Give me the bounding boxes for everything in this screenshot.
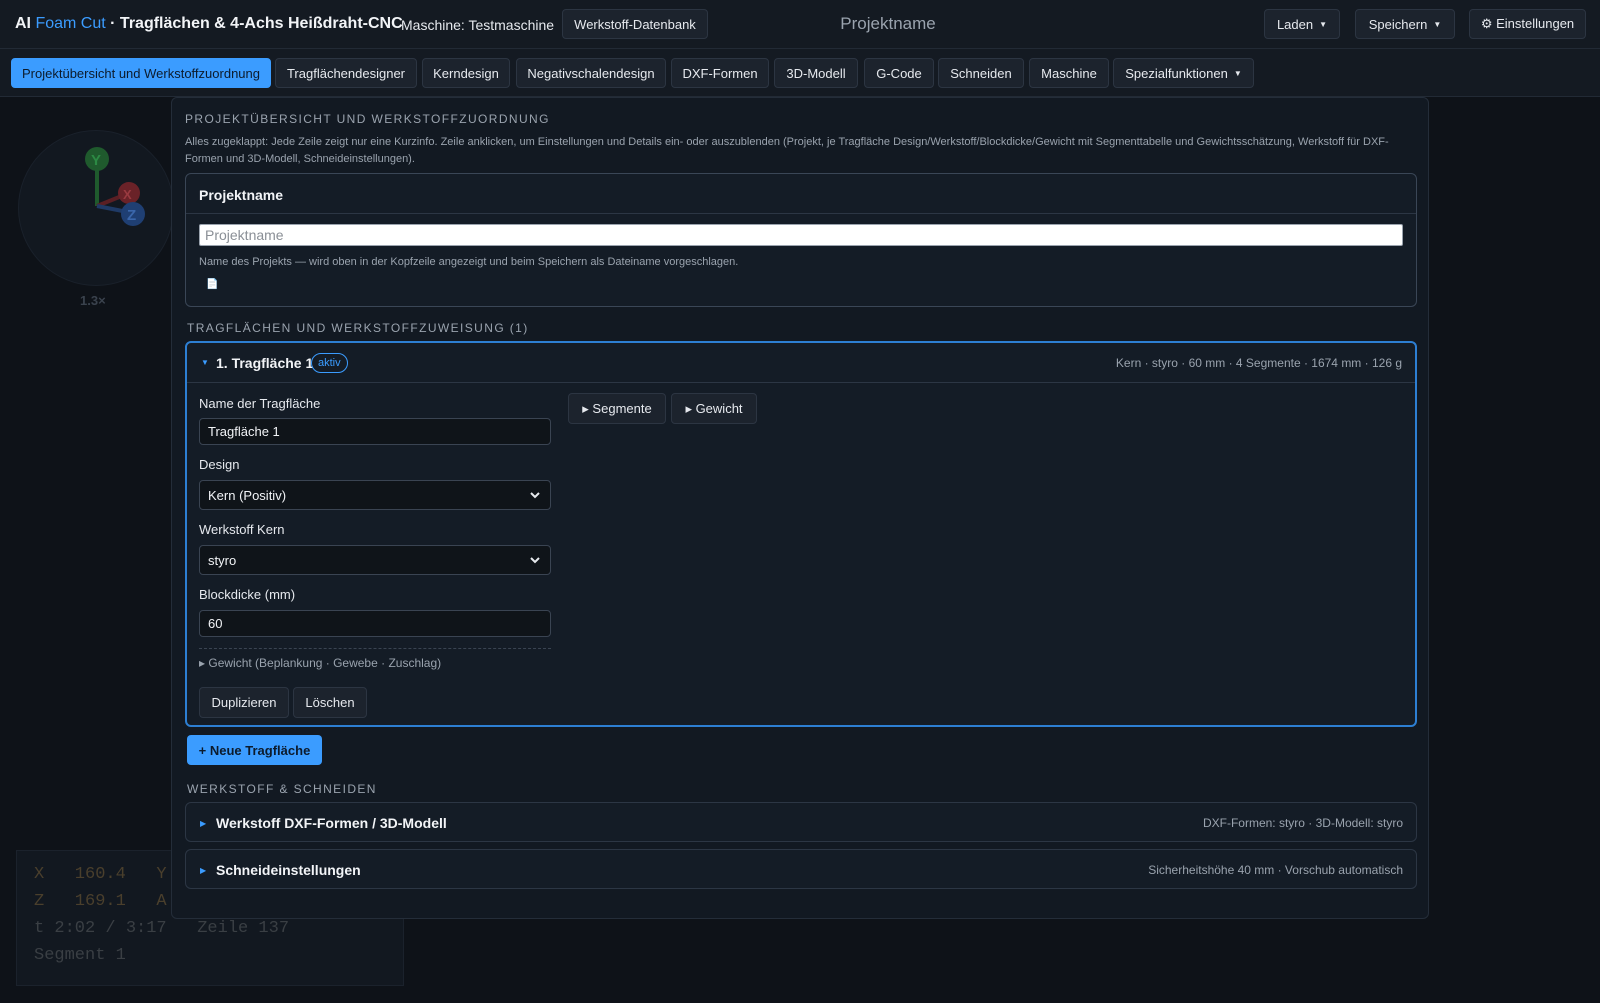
core-material-label: Werkstoff Kern: [199, 522, 285, 537]
brand-subtitle: · Tragflächen & 4-Achs Heißdraht-CNC: [110, 15, 403, 32]
tab-project-overview[interactable]: Projektübersicht und Werkstoffzuordnung: [11, 58, 271, 88]
design-select[interactable]: Kern (Positiv): [199, 480, 551, 510]
wing-title: 1. Tragfläche 1: [216, 355, 314, 371]
wings-heading: TRAGFLÄCHEN UND WERKSTOFFZUWEISUNG (1): [187, 321, 529, 335]
tab-dxf-forms[interactable]: DXF-Formen: [671, 58, 769, 88]
dxf-material-summary: DXF-Formen: styro · 3D-Modell: styro: [1202, 816, 1403, 830]
caret-down-icon: ▼: [1319, 19, 1328, 29]
material-database-button[interactable]: Werkstoff-Datenbank: [562, 9, 708, 39]
wing-card-header[interactable]: ▼ 1. Tragfläche 1 aktiv Kern · styro · 6…: [187, 343, 1415, 382]
overview-description: Alles zugeklappt: Jede Zeile zeigt nur e…: [185, 136, 1389, 165]
weight-toggle[interactable]: ▸ Gewicht (Beplankung · Gewebe · Zuschla…: [199, 656, 441, 670]
tab-special-functions-label: Spezialfunktionen: [1125, 65, 1228, 81]
tab-wing-designer[interactable]: Tragflächendesigner: [275, 58, 417, 88]
core-material-value: styro: [208, 552, 237, 568]
tab-gcode[interactable]: G-Code: [864, 58, 934, 88]
wing-name-label: Name der Tragfläche: [199, 396, 321, 411]
zoom-level: 1.3×: [80, 293, 106, 308]
project-card-title[interactable]: Projektname: [199, 187, 283, 203]
gizmo-z-label: Z: [127, 207, 136, 224]
tab-machine[interactable]: Maschine: [1029, 58, 1109, 88]
tab-cutting[interactable]: Schneiden: [938, 58, 1024, 88]
wing-name-input[interactable]: Tragfläche 1: [199, 418, 551, 445]
dro-line-4: Segment 1: [34, 946, 126, 965]
block-thickness-input[interactable]: 60: [199, 610, 551, 637]
brand-ai: AI: [15, 15, 31, 32]
cut-settings-row[interactable]: ▶ Schneideinstellungen Sicherheitshöhe 4…: [185, 849, 1417, 889]
material-cut-heading: WERKSTOFF & SCHNEIDEN: [187, 782, 377, 796]
project-name-input[interactable]: Projektname: [199, 224, 1403, 246]
divider: [187, 382, 1415, 383]
settings-button[interactable]: ⚙ Einstellungen: [1469, 9, 1586, 39]
axis-gizmo[interactable]: Y X Z: [18, 130, 174, 286]
gizmo-y-label: Y: [91, 152, 101, 169]
tab-special-functions[interactable]: Spezialfunktionen ▼: [1113, 58, 1254, 88]
dxf-material-row[interactable]: ▶ Werkstoff DXF-Formen / 3D-Modell DXF-F…: [185, 802, 1417, 842]
tab-negative-shell[interactable]: Negativschalendesign: [516, 58, 666, 88]
tab-core-design[interactable]: Kerndesign: [422, 58, 510, 88]
save-button[interactable]: Speichern ▼: [1355, 9, 1455, 39]
machine-label: Maschine: Testmaschine: [401, 17, 555, 33]
chevron-down-icon: ▼: [201, 358, 209, 367]
caret-down-icon: ▼: [1433, 19, 1442, 29]
divider: [186, 213, 1416, 214]
caret-down-icon: ▼: [1233, 68, 1242, 78]
wing-summary: Kern · styro · 60 mm · 4 Segmente · 1674…: [1115, 356, 1402, 370]
wing-card: ▼ 1. Tragfläche 1 aktiv Kern · styro · 6…: [185, 341, 1417, 727]
app-title: AI Foam Cut · Tragflächen & 4-Achs Heißd…: [15, 15, 403, 33]
chevron-down-icon: [530, 557, 540, 564]
dro-line-3: t 2:02 / 3:17 Zeile 137: [34, 919, 290, 938]
axis-gizmo-icon: Y X Z: [85, 147, 145, 226]
design-label: Design: [199, 457, 240, 472]
tab-3d-model[interactable]: 3D-Modell: [774, 58, 858, 88]
cut-settings-title: Schneideinstellungen: [216, 862, 361, 878]
new-wing-button[interactable]: + Neue Tragfläche: [187, 735, 322, 765]
chevron-down-icon: [530, 492, 540, 499]
weight-button[interactable]: ▸ Gewicht: [671, 393, 757, 424]
dxf-material-title: Werkstoff DXF-Formen / 3D-Modell: [216, 815, 447, 831]
top-bar: AI Foam Cut · Tragflächen & 4-Achs Heißd…: [0, 0, 1600, 49]
delete-button[interactable]: Löschen: [293, 687, 367, 718]
design-value: Kern (Positiv): [208, 487, 287, 503]
document-icon: 📄: [206, 279, 219, 290]
segments-button[interactable]: ▸ Segmente: [568, 393, 666, 424]
gizmo-x-label: X: [123, 187, 132, 202]
project-title: Projektname: [840, 14, 936, 33]
active-badge: aktiv: [311, 353, 348, 373]
project-name-card: Projektname Projektname Name des Projekt…: [185, 173, 1417, 307]
cut-settings-summary: Sicherheitshöhe 40 mm · Vorschub automat…: [1148, 863, 1403, 877]
core-material-select[interactable]: styro: [199, 545, 551, 575]
project-name-hint: Name des Projekts — wird oben in der Kop…: [199, 256, 739, 268]
block-thickness-label: Blockdicke (mm): [199, 587, 296, 602]
overview-heading: PROJEKTÜBERSICHT UND WERKSTOFFZUORDNUNG: [185, 112, 550, 126]
brand-accent: Foam Cut: [35, 15, 106, 32]
divider: [199, 648, 551, 649]
load-label: Laden: [1276, 16, 1314, 32]
main-tabs: Projektübersicht und Werkstoffzuordnung …: [0, 49, 1600, 97]
chevron-right-icon: ▶: [200, 819, 207, 828]
chevron-right-icon: ▶: [200, 866, 207, 875]
save-label: Speichern: [1368, 16, 1428, 32]
duplicate-button[interactable]: Duplizieren: [199, 687, 289, 718]
load-button[interactable]: Laden ▼: [1264, 9, 1340, 39]
project-overview-panel: PROJEKTÜBERSICHT UND WERKSTOFFZUORDNUNG …: [171, 97, 1429, 919]
